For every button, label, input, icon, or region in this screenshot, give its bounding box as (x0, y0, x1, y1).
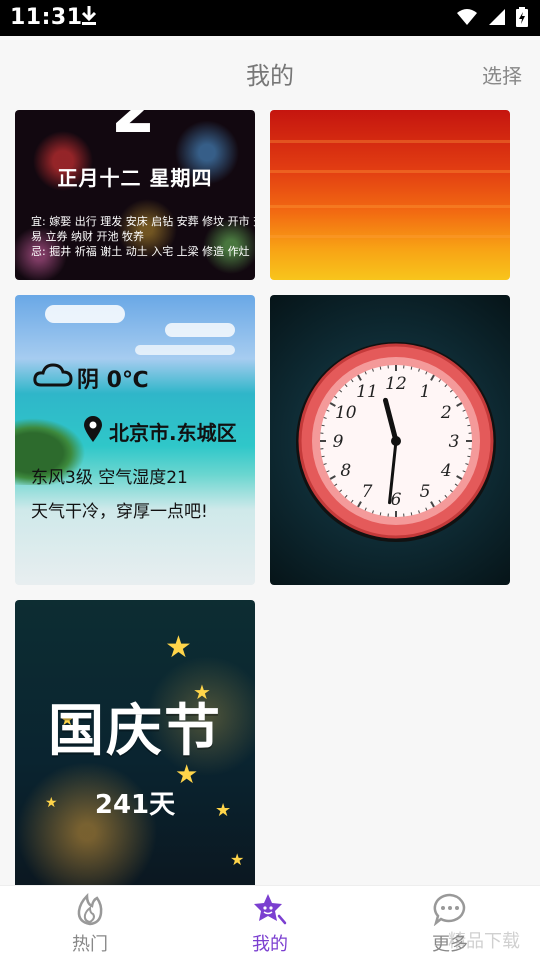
clock-numeral: 5 (420, 482, 431, 502)
cloud-shape (165, 323, 235, 337)
weather-widget-card[interactable]: 阴 0℃ 北京市.东城区 东风3级 空气湿度21 天气干冷，穿厚一点吧! (15, 295, 255, 585)
status-time: 11:31 (10, 5, 83, 30)
holiday-days-left: 241天 (15, 784, 255, 821)
clock-numeral: 4 (440, 461, 452, 481)
star-icon: ★ (165, 630, 192, 665)
bottom-nav: 热门 我的 更多 精品下载 (0, 885, 540, 961)
watermark-text: 精品下载 (448, 927, 520, 953)
status-bar: 11:31 (0, 0, 540, 36)
clock-numeral: 8 (340, 461, 351, 481)
status-icons (456, 7, 528, 31)
holiday-title: 国庆节 (15, 686, 255, 767)
clock-numeral: 6 (391, 490, 402, 510)
clock-tick (411, 367, 412, 370)
nav-tab-mine[interactable]: 我的 (210, 892, 330, 956)
chat-more-icon (390, 892, 510, 926)
clock-numeral: 3 (449, 432, 460, 452)
clock-numeral: 9 (333, 432, 344, 452)
holiday-countdown-card[interactable]: ★ ★ ★ ★ ★ ★ ★ 国庆节 241天 (15, 600, 255, 885)
lunar-date: 正月十二 星期四 (15, 162, 255, 191)
clock-tick (467, 425, 470, 426)
nav-label-mine: 我的 (210, 930, 330, 956)
select-button[interactable]: 选择 (482, 60, 522, 89)
calendar-widget-card[interactable]: 2 正月十二 星期四 宜: 嫁娶 出行 理发 安床 启钻 安葬 修坟 开市 交 … (15, 110, 255, 280)
clock-tick (322, 456, 325, 457)
sky-streak (270, 205, 510, 208)
clock-tick (411, 512, 412, 515)
sky-streak (270, 140, 510, 143)
weather-tip: 天气干冷，穿厚一点吧! (31, 497, 208, 522)
clock-tick (467, 456, 470, 457)
calendar-yi-line2: 易 立券 纳财 开池 牧养 (31, 228, 245, 244)
cloud-shape (45, 305, 125, 323)
calendar-yi-line1: 宜: 嫁娶 出行 理发 安床 启钻 安葬 修坟 开市 交 (31, 213, 245, 229)
calendar-ji-line: 忌: 掘井 祈福 谢土 动土 入宅 上梁 修造 作灶 (31, 243, 245, 259)
clock-center (391, 436, 401, 446)
clock-tick (322, 425, 325, 426)
sky-streak (270, 235, 510, 238)
clock-numeral: 11 (356, 382, 378, 402)
clock-tick (380, 367, 381, 370)
clock-numeral: 2 (440, 403, 452, 423)
weather-location: 北京市.东城区 (83, 415, 237, 448)
star-face-icon (210, 892, 330, 926)
cloud-shape (135, 345, 235, 355)
nav-label-hot: 热门 (30, 930, 150, 956)
location-text: 北京市.东城区 (109, 417, 237, 446)
widget-grid: 2 正月十二 星期四 宜: 嫁娶 出行 理发 安床 启钻 安葬 修坟 开市 交 … (0, 110, 540, 885)
weather-text: 阴 0℃ (77, 362, 149, 394)
battery-icon (516, 7, 528, 31)
signal-icon (488, 8, 506, 30)
calendar-day-number: 2 (111, 110, 156, 148)
wind-humidity: 东风3级 空气湿度21 (31, 463, 188, 488)
weather-condition: 阴 0℃ (33, 361, 149, 395)
clock-numeral: 12 (385, 374, 407, 394)
page-title: 我的 (0, 56, 540, 91)
clock-widget-card[interactable]: 12 12 3 45678 9 1011 (270, 295, 510, 585)
app-header: 我的 选择 (0, 36, 540, 110)
clock-numeral: 7 (362, 482, 373, 502)
sunset-widget-card[interactable] (270, 110, 510, 280)
download-icon (80, 4, 98, 32)
wifi-icon (456, 8, 478, 30)
clock-numeral: 10 (335, 403, 357, 423)
flame-icon (30, 892, 150, 926)
star-icon: ★ (230, 850, 244, 869)
clock-tick (380, 512, 381, 515)
sky-streak (270, 170, 510, 173)
analog-clock: 12 12 3 45678 9 1011 (270, 295, 510, 585)
location-pin-icon (83, 415, 103, 448)
nav-tab-hot[interactable]: 热门 (30, 892, 150, 956)
cloud-icon (33, 361, 73, 395)
clock-numeral: 1 (420, 382, 431, 402)
